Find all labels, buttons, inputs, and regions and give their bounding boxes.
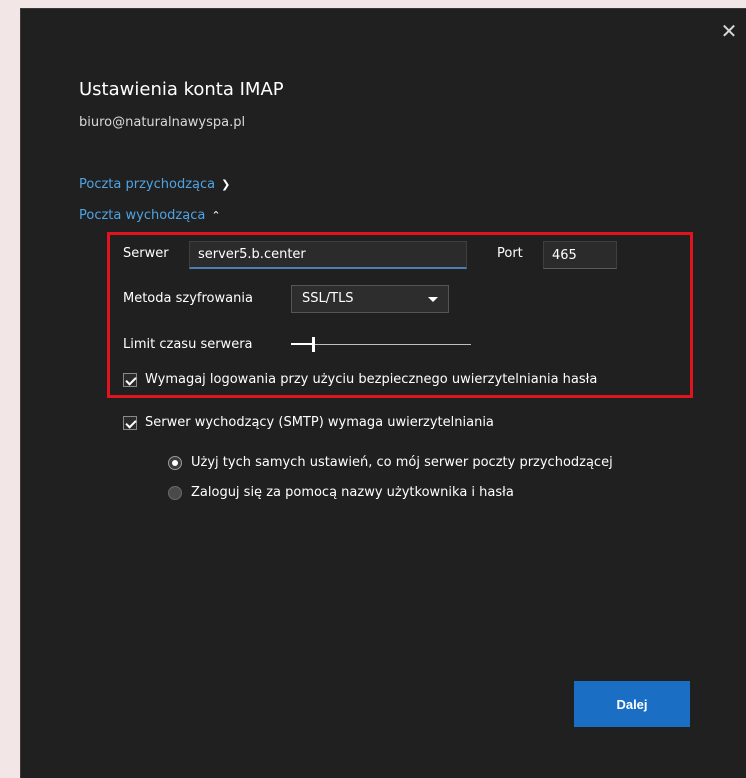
outgoing-mail-toggle[interactable]: Poczta wychodząca ⌃ <box>79 208 221 223</box>
smtp-auth-label: Serwer wychodzący (SMTP) wymaga uwierzyt… <box>145 415 494 430</box>
close-icon[interactable]: ✕ <box>717 19 741 43</box>
timeout-label: Limit czasu serwera <box>123 337 253 352</box>
server-input[interactable] <box>189 241 467 269</box>
timeout-slider[interactable] <box>291 337 471 353</box>
encryption-select[interactable]: SSL/TLS <box>291 285 449 313</box>
outgoing-mail-label: Poczta wychodząca <box>79 208 206 223</box>
checkmark-icon <box>125 417 137 429</box>
encryption-label: Metoda szyfrowania <box>123 291 253 306</box>
slider-thumb[interactable] <box>312 337 315 352</box>
encryption-value: SSL/TLS <box>302 291 354 306</box>
spa-checkbox[interactable] <box>123 373 137 387</box>
incoming-mail-label: Poczta przychodząca <box>79 177 216 192</box>
radio-login-credentials[interactable] <box>168 486 182 500</box>
server-label: Serwer <box>123 246 169 261</box>
slider-track <box>291 344 471 345</box>
caret-down-icon <box>428 297 438 302</box>
radio-dot <box>172 460 178 466</box>
spa-label: Wymagaj logowania przy użyciu bezpieczne… <box>145 372 598 387</box>
port-input[interactable] <box>543 241 617 269</box>
smtp-auth-checkbox[interactable] <box>123 416 137 430</box>
chevron-up-icon: ⌃ <box>211 209 221 222</box>
next-button[interactable]: Dalej <box>574 681 690 727</box>
radio-same-settings[interactable] <box>168 456 182 470</box>
slider-fill <box>291 343 313 345</box>
radio-login-credentials-label: Zaloguj się za pomocą nazwy użytkownika … <box>191 485 514 500</box>
chevron-down-icon: ❯ <box>221 178 231 191</box>
account-email: biuro@naturalnawyspa.pl <box>79 115 246 130</box>
imap-settings-dialog: ✕ Ustawienia konta IMAP biuro@naturalnaw… <box>20 8 746 778</box>
radio-same-settings-label: Użyj tych samych ustawień, co mój serwer… <box>191 455 613 470</box>
checkmark-icon <box>125 374 137 386</box>
incoming-mail-toggle[interactable]: Poczta przychodząca ❯ <box>79 177 230 192</box>
port-label: Port <box>497 246 523 261</box>
dialog-title: Ustawienia konta IMAP <box>79 79 284 100</box>
